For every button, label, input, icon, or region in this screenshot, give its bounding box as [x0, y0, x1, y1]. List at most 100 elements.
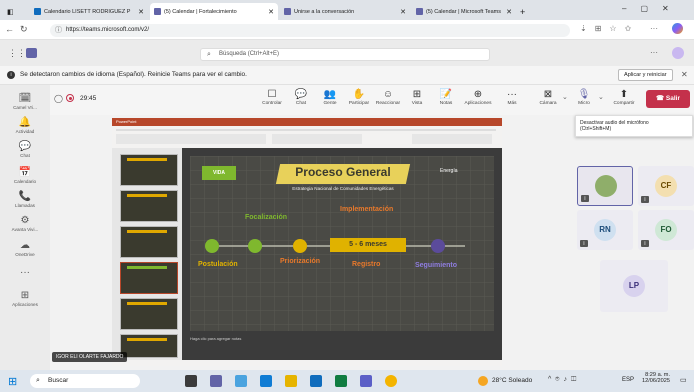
tray-icons[interactable]: ^⌾♪◫ [548, 376, 580, 384]
close-tab-icon[interactable]: ✕ [397, 8, 406, 16]
slide-thumbnail[interactable] [120, 226, 178, 258]
chat-icon: 💬 [294, 89, 308, 100]
apply-restart-button[interactable]: Aplicar y reiniciar [618, 69, 673, 81]
chrome-icon[interactable] [385, 375, 397, 387]
window-controls[interactable]: –▢✕ [622, 4, 683, 13]
url-bar[interactable]: ⓘ https://teams.microsoft.com/v2/ [50, 24, 570, 37]
windows-start-icon[interactable]: ⊞ [8, 375, 17, 388]
calendar-icon [34, 8, 41, 15]
participant-tile[interactable]: ꞁ [577, 166, 633, 206]
browser-tab-4[interactable]: (5) Calendar | Microsoft Teams ✕ [412, 3, 516, 20]
language-indicator[interactable]: ESP [622, 377, 634, 383]
rail-item-app[interactable]: ⚙ Avanta Vivi... [0, 215, 50, 232]
browser-tab-bar: ◧ Calendario LISETT RODRIGUEZ P ✕ (5) Ca… [0, 0, 694, 20]
share-button[interactable]: ⬆ Compartir [610, 88, 638, 106]
meeting-toolbar: ◯ 29:45 ☐ Controlar 💬 Chat 👥 Gente ✋ Partici… [50, 85, 694, 115]
mic-button[interactable]: 🎙 Micro [570, 88, 598, 106]
back-icon[interactable]: ← [5, 24, 14, 34]
close-tab-icon[interactable]: ✕ [135, 8, 144, 16]
rail-item-meeting[interactable]: 🗓 Camel Vri... [0, 93, 50, 110]
outlook-icon[interactable] [310, 375, 322, 387]
browser-tab-3[interactable]: Unirse a la conversación ✕ [280, 3, 410, 20]
rail-item-chat[interactable]: 💬 Chat [0, 141, 50, 158]
onenote-icon[interactable] [360, 375, 372, 387]
apps-button[interactable]: ⊕ Aplicaciones [464, 88, 492, 106]
slide-title: Proceso General [295, 165, 391, 179]
camera-button[interactable]: ⊠ Cámara [534, 88, 562, 106]
rail-item-onedrive[interactable]: ☁ OneDrive [0, 240, 50, 257]
tab-label: (5) Calendar | Microsoft Teams [426, 8, 501, 15]
microphone-icon: ꞁ [580, 240, 588, 247]
more-button[interactable]: ··· Más [498, 88, 526, 106]
calendar-icon: 📅 [18, 167, 32, 178]
explorer-icon[interactable] [285, 375, 297, 387]
teams-icon[interactable] [210, 375, 222, 387]
control-button[interactable]: ☐ Controlar [258, 88, 286, 106]
avatar[interactable] [672, 47, 684, 59]
current-slide: VIDA Energía Proceso General Estrategia … [190, 156, 494, 331]
chat-button[interactable]: 💬 Chat [287, 88, 315, 106]
taskbar-search[interactable]: ⌕ Buscar [30, 374, 140, 388]
phone-icon: 📞 [18, 191, 32, 202]
windows-taskbar: ⊞ ⌕ Buscar 28°C Soleado ^⌾♪◫ ESP 8:29 a.… [0, 370, 694, 392]
clock[interactable]: 8:29 a. m. 12/06/2025 [642, 372, 670, 384]
chevron-down-icon[interactable]: ⌄ [598, 93, 604, 101]
excel-icon[interactable] [335, 375, 347, 387]
rail-item-calls[interactable]: 📞 Llamadas [0, 191, 50, 208]
participant-tile[interactable]: FO ꞁ [638, 210, 694, 250]
chat-icon[interactable] [235, 375, 247, 387]
camera-off-icon: ⊠ [543, 89, 553, 100]
teams-more-icon[interactable]: ··· [650, 48, 658, 57]
slide-thumbnail[interactable] [120, 298, 178, 330]
rail-item-calendar[interactable]: 📅 Calendario [0, 167, 50, 184]
ppt-status-bar [112, 360, 502, 366]
copilot-icon[interactable] [672, 23, 683, 34]
notification-icon[interactable]: ▭ [680, 376, 687, 384]
participant-tile[interactable]: LP [600, 260, 668, 312]
slide-thumbnail[interactable] [120, 190, 178, 222]
notes-button[interactable]: 📝 Notas [432, 88, 460, 106]
browser-menu-icon[interactable]: ··· [650, 24, 658, 33]
people-button[interactable]: 👥 Gente [316, 88, 344, 106]
stage-implementacion: Implementación [340, 206, 394, 213]
rail-item-apps[interactable]: ⊞ Aplicaciones [0, 290, 50, 307]
search-input[interactable]: ⌕ Búsqueda (Ctrl+Alt+E) [200, 48, 490, 61]
slide-thumbnails [112, 148, 182, 360]
slide-thumbnail[interactable] [120, 154, 178, 186]
duration-label: 5 - 6 meses [330, 238, 406, 252]
rail-item-more[interactable]: ··· [0, 267, 50, 279]
browser-toolbar-icons[interactable]: ⇣⊞☆✩ [580, 24, 639, 33]
edge-icon[interactable] [260, 375, 272, 387]
browser-tab-2[interactable]: (5) Calendar | Fortalecimiento ✕ [150, 3, 278, 20]
chevron-down-icon[interactable]: ⌄ [562, 93, 568, 101]
task-view-icon[interactable] [185, 375, 197, 387]
notes-icon: 📝 [439, 89, 453, 100]
leave-button[interactable]: ☎ Salir [646, 90, 690, 108]
meeting-timer: 29:45 [80, 95, 97, 102]
teams-icon [416, 8, 423, 15]
rail-item-activity[interactable]: 🔔 Actividad [0, 117, 50, 134]
raise-hand-button[interactable]: ✋ Participar [345, 88, 373, 106]
avatar: CF [655, 175, 677, 197]
browser-tab-1[interactable]: Calendario LISETT RODRIGUEZ P ✕ [30, 3, 148, 20]
view-button[interactable]: ⊞ Vista [403, 88, 431, 106]
cloud-icon: ☁ [20, 240, 30, 251]
participant-tile[interactable]: RN ꞁ [577, 210, 633, 250]
new-tab-button[interactable]: + [516, 3, 532, 20]
close-tab-icon[interactable]: ✕ [503, 8, 512, 16]
close-icon[interactable]: ✕ [681, 70, 688, 79]
slide-thumbnail[interactable] [120, 334, 178, 358]
slide-thumbnail[interactable] [120, 262, 178, 294]
slide-notes[interactable]: Haga clic para agregar notas [190, 336, 241, 341]
microphone-icon: ꞁ [641, 240, 649, 247]
meeting-info-icon[interactable]: ◯ [54, 94, 63, 103]
microphone-icon: ꞁ [641, 196, 649, 203]
refresh-icon[interactable]: ↻ [20, 24, 28, 35]
close-tab-icon[interactable]: ✕ [265, 8, 274, 16]
ppt-title-bar: PowerPoint [112, 118, 502, 126]
tab-actions-icon[interactable]: ◧ [3, 3, 33, 20]
react-button[interactable]: ☺ Reaccionar [374, 88, 402, 106]
ppt-ribbon [112, 126, 502, 148]
tab-label: Calendario LISETT RODRIGUEZ P [44, 8, 131, 15]
participant-tile[interactable]: CF ꞁ [638, 166, 694, 206]
